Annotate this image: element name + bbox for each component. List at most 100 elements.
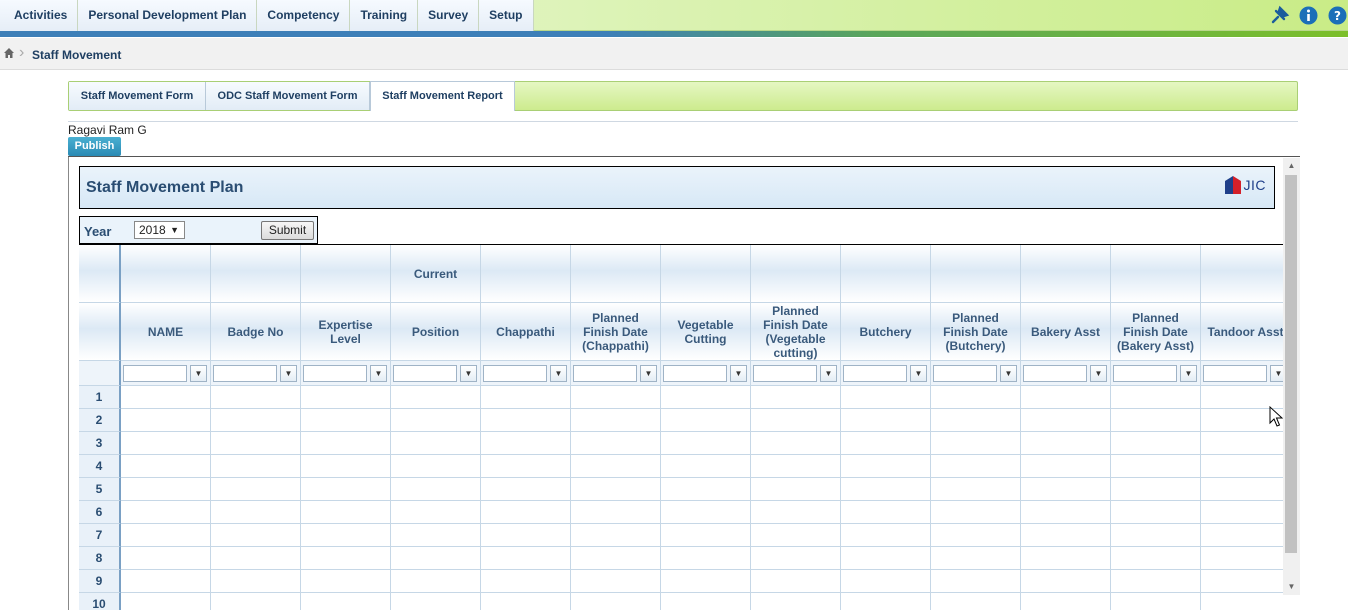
grid-cell[interactable] — [1021, 547, 1111, 570]
grid-cell[interactable] — [301, 501, 391, 524]
tab-odc-staff-movement-form[interactable]: ODC Staff Movement Form — [206, 82, 370, 110]
column-header[interactable]: Butchery — [841, 303, 931, 361]
grid-cell[interactable] — [211, 570, 301, 593]
grid-cell[interactable] — [301, 593, 391, 610]
grid-cell[interactable] — [211, 432, 301, 455]
grid-cell[interactable] — [931, 501, 1021, 524]
scroll-down-icon[interactable]: ▼ — [1283, 579, 1300, 595]
filter-dropdown-icon[interactable]: ▼ — [460, 365, 477, 382]
column-header[interactable]: Expertise Level — [301, 303, 391, 361]
filter-dropdown-icon[interactable]: ▼ — [910, 365, 927, 382]
grid-cell[interactable] — [841, 455, 931, 478]
grid-cell[interactable] — [481, 386, 571, 409]
grid-cell[interactable] — [391, 547, 481, 570]
grid-cell[interactable] — [661, 593, 751, 610]
filter-dropdown-icon[interactable]: ▼ — [1270, 365, 1283, 382]
grid-cell[interactable] — [841, 593, 931, 610]
filter-input[interactable] — [1113, 365, 1177, 382]
grid-cell[interactable] — [661, 547, 751, 570]
grid-cell[interactable] — [751, 501, 841, 524]
grid-cell[interactable] — [661, 478, 751, 501]
column-header[interactable]: Planned Finish Date (Butchery) — [931, 303, 1021, 361]
grid-cell[interactable] — [391, 593, 481, 610]
grid-cell[interactable] — [661, 432, 751, 455]
menu-item-survey[interactable]: Survey — [418, 0, 480, 31]
grid-cell[interactable] — [1111, 593, 1201, 610]
grid-cell[interactable] — [571, 432, 661, 455]
grid-cell[interactable] — [571, 547, 661, 570]
grid-cell[interactable] — [211, 409, 301, 432]
grid-cell[interactable] — [571, 593, 661, 610]
grid-cell[interactable] — [1021, 570, 1111, 593]
row-number[interactable]: 3 — [79, 432, 121, 455]
grid-cell[interactable] — [211, 524, 301, 547]
grid-cell[interactable] — [661, 570, 751, 593]
row-number[interactable]: 6 — [79, 501, 121, 524]
grid-cell[interactable] — [661, 409, 751, 432]
grid-cell[interactable] — [481, 524, 571, 547]
filter-input[interactable] — [1203, 365, 1267, 382]
filter-input[interactable] — [843, 365, 907, 382]
grid-cell[interactable] — [481, 455, 571, 478]
filter-input[interactable] — [123, 365, 187, 382]
column-header[interactable]: Badge No — [211, 303, 301, 361]
grid-cell[interactable] — [121, 455, 211, 478]
grid-cell[interactable] — [1021, 386, 1111, 409]
breadcrumb-current[interactable]: Staff Movement — [32, 48, 121, 62]
year-select[interactable]: 2018 ▼ — [134, 221, 185, 239]
grid-cell[interactable] — [931, 547, 1021, 570]
grid-cell[interactable] — [841, 478, 931, 501]
grid-cell[interactable] — [1111, 409, 1201, 432]
grid-cell[interactable] — [121, 478, 211, 501]
grid-cell[interactable] — [211, 478, 301, 501]
grid-cell[interactable] — [1201, 570, 1283, 593]
scroll-up-icon[interactable]: ▲ — [1283, 158, 1300, 174]
grid-cell[interactable] — [931, 593, 1021, 610]
grid-cell[interactable] — [571, 409, 661, 432]
filter-input[interactable] — [1023, 365, 1087, 382]
grid-cell[interactable] — [931, 524, 1021, 547]
menu-item-personal-development-plan[interactable]: Personal Development Plan — [78, 0, 258, 31]
tab-staff-movement-form[interactable]: Staff Movement Form — [69, 82, 206, 110]
column-header[interactable]: Position — [391, 303, 481, 361]
menu-item-setup[interactable]: Setup — [479, 0, 534, 31]
grid-cell[interactable] — [571, 455, 661, 478]
grid-cell[interactable] — [391, 409, 481, 432]
submit-button[interactable]: Submit — [261, 221, 314, 240]
tab-staff-movement-report[interactable]: Staff Movement Report — [370, 81, 515, 111]
grid-cell[interactable] — [841, 432, 931, 455]
filter-input[interactable] — [213, 365, 277, 382]
column-header[interactable]: Planned Finish Date (Bakery Asst) — [1111, 303, 1201, 361]
grid-cell[interactable] — [391, 524, 481, 547]
grid-cell[interactable] — [1111, 386, 1201, 409]
row-number[interactable]: 7 — [79, 524, 121, 547]
grid-cell[interactable] — [841, 547, 931, 570]
grid-cell[interactable] — [751, 524, 841, 547]
info-icon[interactable] — [1298, 5, 1319, 26]
grid-cell[interactable] — [481, 432, 571, 455]
grid-cell[interactable] — [661, 501, 751, 524]
grid-cell[interactable] — [211, 593, 301, 610]
grid-cell[interactable] — [751, 386, 841, 409]
grid-cell[interactable] — [301, 570, 391, 593]
filter-dropdown-icon[interactable]: ▼ — [640, 365, 657, 382]
grid-cell[interactable] — [121, 547, 211, 570]
grid-cell[interactable] — [1021, 501, 1111, 524]
grid-cell[interactable] — [1111, 570, 1201, 593]
grid-cell[interactable] — [1201, 432, 1283, 455]
filter-input[interactable] — [303, 365, 367, 382]
row-number[interactable]: 5 — [79, 478, 121, 501]
row-number[interactable]: 9 — [79, 570, 121, 593]
grid-cell[interactable] — [751, 409, 841, 432]
grid-cell[interactable] — [211, 455, 301, 478]
filter-input[interactable] — [933, 365, 997, 382]
column-header[interactable]: Chappathi — [481, 303, 571, 361]
grid-cell[interactable] — [751, 593, 841, 610]
grid-cell[interactable] — [1111, 524, 1201, 547]
grid-cell[interactable] — [301, 478, 391, 501]
menu-item-competency[interactable]: Competency — [257, 0, 351, 31]
grid-cell[interactable] — [931, 432, 1021, 455]
filter-dropdown-icon[interactable]: ▼ — [730, 365, 747, 382]
grid-cell[interactable] — [1111, 501, 1201, 524]
grid-cell[interactable] — [481, 547, 571, 570]
